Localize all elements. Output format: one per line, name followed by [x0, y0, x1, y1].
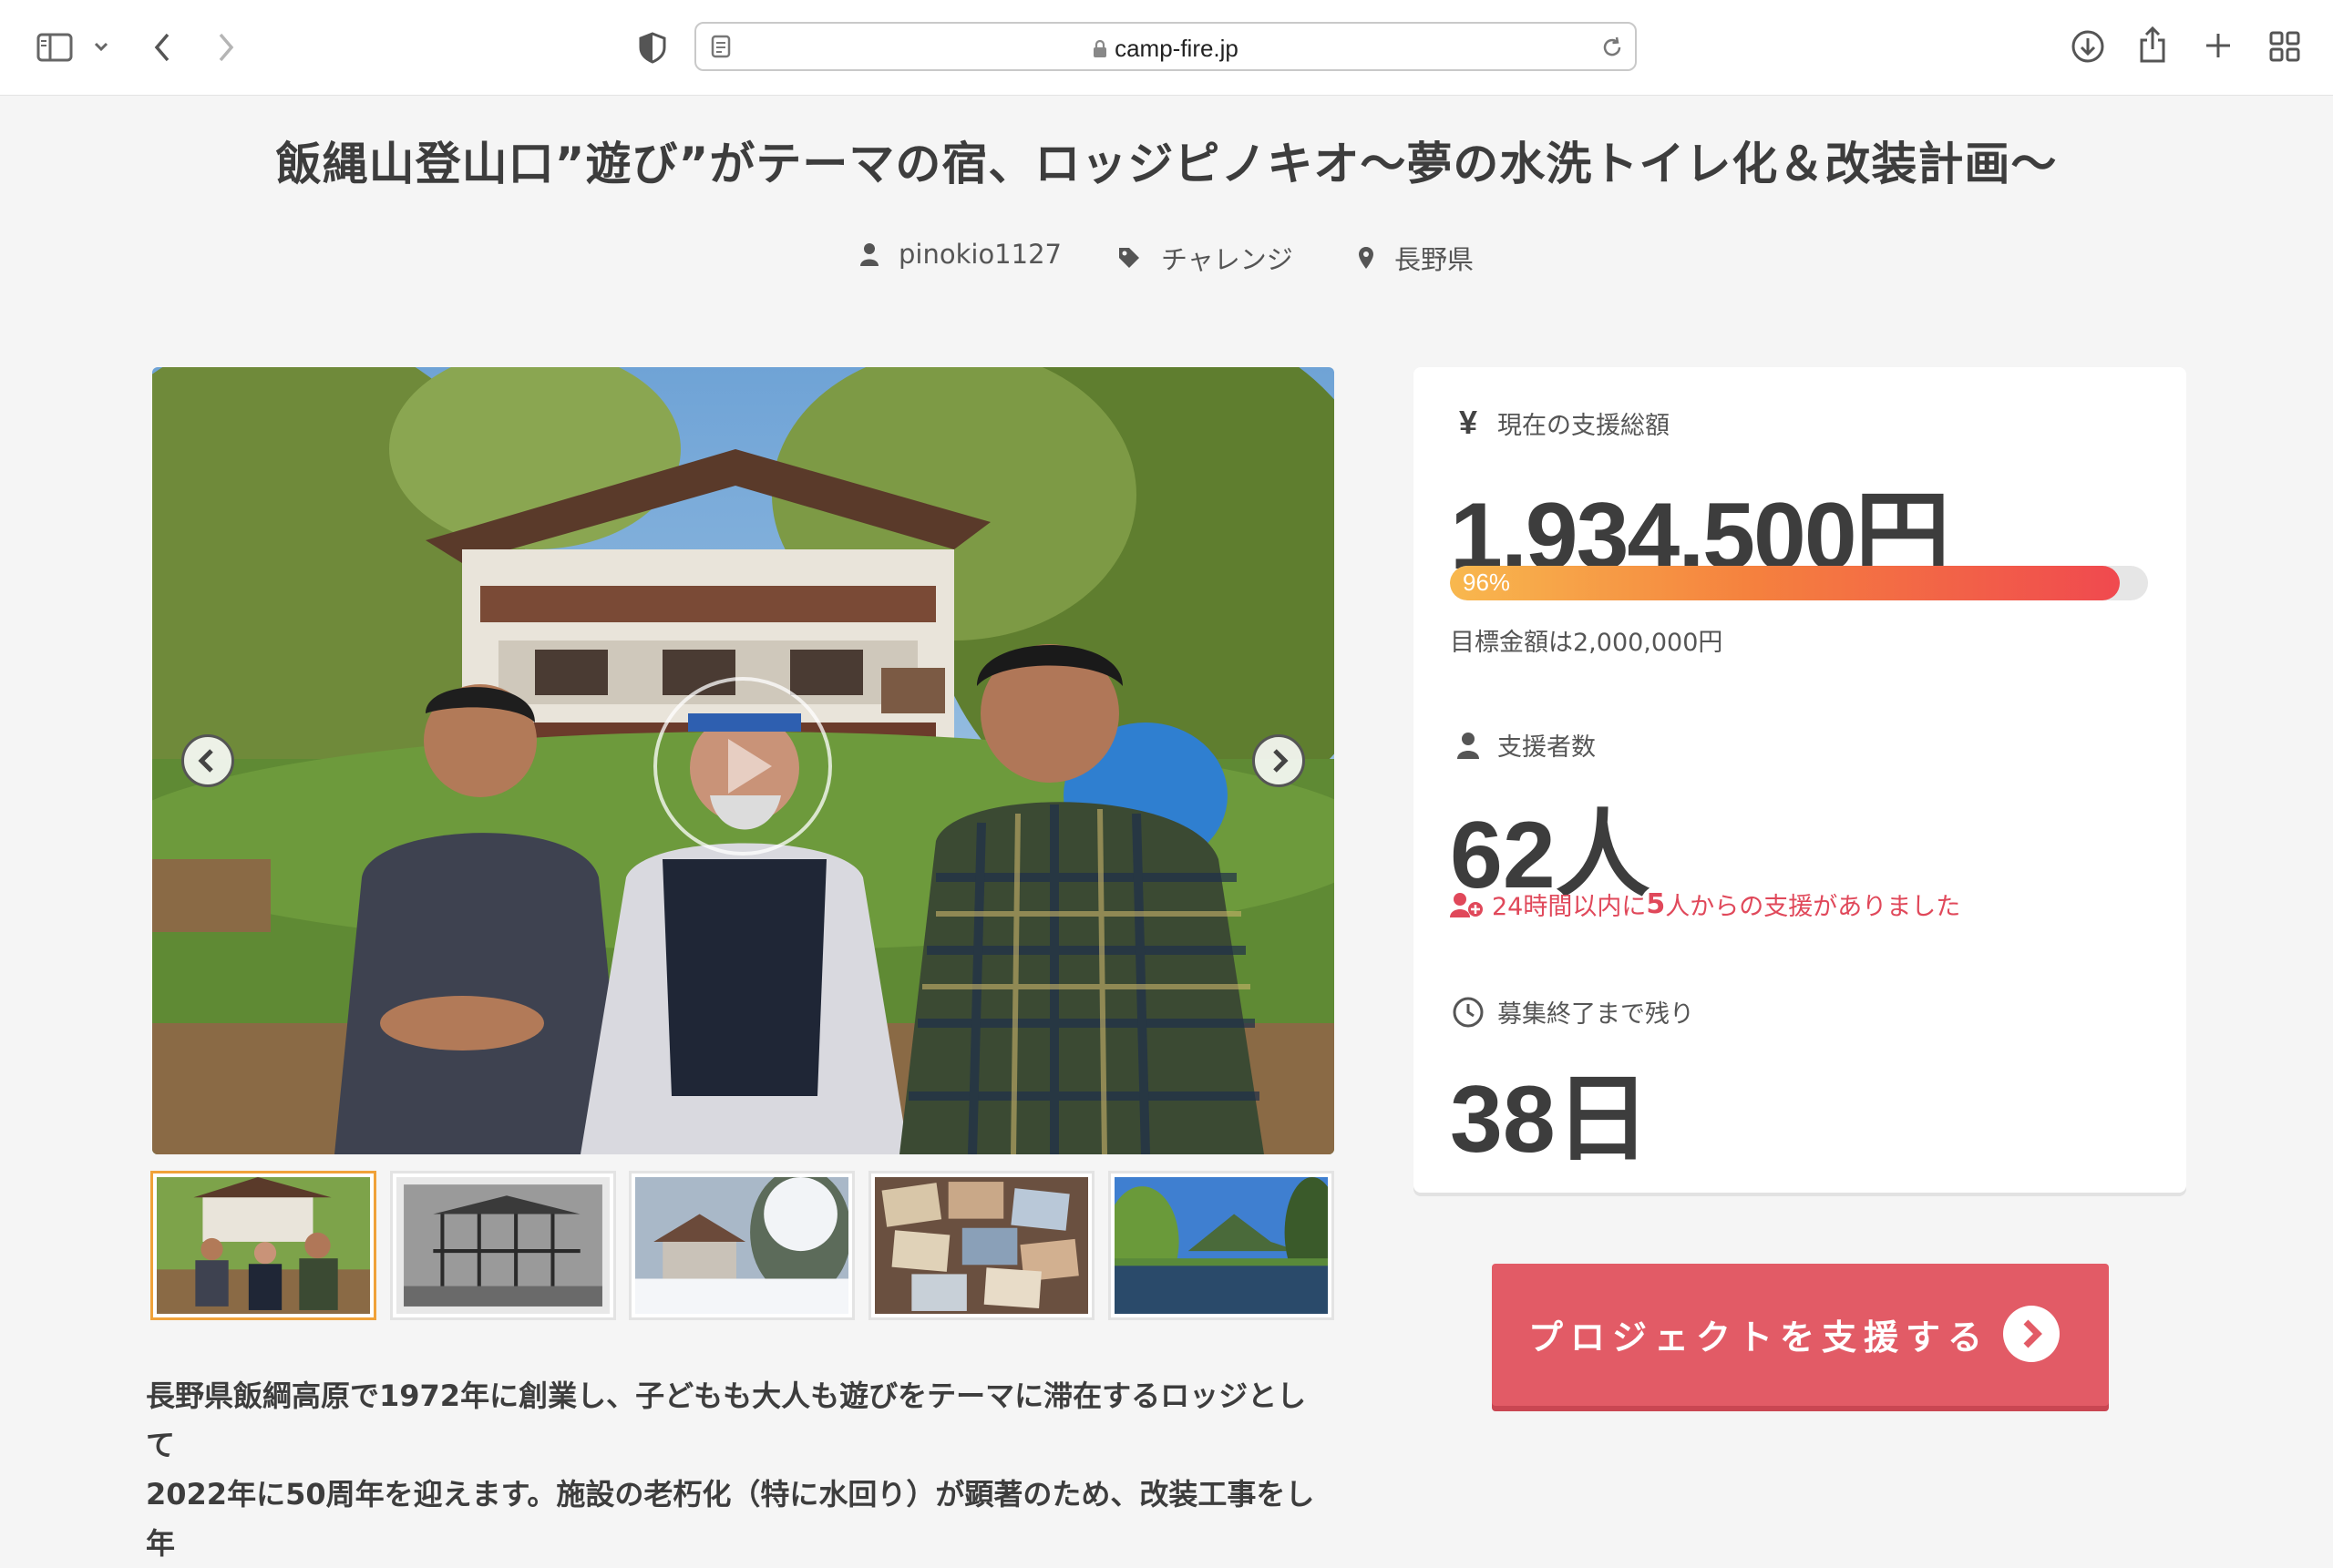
chevron-down-icon[interactable] [93, 40, 109, 53]
users-plus-icon [1450, 892, 1483, 917]
thumbnail-image [157, 1177, 370, 1314]
category-name[interactable]: チャレンジ [1161, 239, 1293, 277]
arrow-right-circle-icon [2003, 1306, 2060, 1362]
thumbnail-2[interactable] [390, 1171, 616, 1320]
map-pin-icon [1359, 247, 1373, 269]
thumbnail-3[interactable] [629, 1171, 855, 1320]
next-image-button[interactable] [1252, 734, 1305, 787]
funding-progress-bar: 96% [1450, 566, 2148, 600]
description-line: 2022年に50周年を迎えます。施設の老朽化（特に水回り）が顕著のため、改装工事… [146, 1477, 1315, 1561]
reload-icon[interactable] [1600, 36, 1624, 59]
amount-label: ¥ 現在の支援総額 [1450, 404, 1670, 442]
location-name[interactable]: 長野県 [1394, 239, 1474, 277]
thumbnail-1[interactable] [150, 1171, 376, 1320]
remaining-days: 38日 [1450, 1067, 1650, 1173]
support-button-label: プロジェクトを支援する [1528, 1317, 1990, 1358]
lock-icon [1094, 39, 1107, 57]
clock-icon [1450, 996, 1486, 1029]
chevron-right-icon [1273, 749, 1289, 773]
supporters-label: 支援者数 [1450, 727, 1596, 763]
project-owner[interactable]: pinokio1127 [860, 239, 1062, 270]
sidebar-icon[interactable] [36, 33, 73, 62]
project-location[interactable]: 長野県 [1358, 239, 1474, 277]
thumbnail-4[interactable] [868, 1171, 1095, 1320]
user-icon [860, 243, 879, 266]
share-icon[interactable] [2138, 26, 2167, 64]
user-icon [1450, 732, 1486, 759]
plus-icon[interactable] [2204, 31, 2233, 60]
project-title: 飯縄山登山口”遊び”がテーマの宿、ロッジピノキオ〜夢の水洗トイレ化＆改装計画〜 [275, 138, 2058, 190]
shield-icon[interactable] [638, 31, 667, 64]
thumbnail-image [1115, 1177, 1328, 1314]
hero-image[interactable] [152, 367, 1334, 1154]
url-display: camp-fire.jp [696, 35, 1635, 63]
goal-amount: 目標金額は2,000,000円 [1450, 629, 1723, 657]
chevron-left-icon [198, 749, 213, 773]
back-icon[interactable] [151, 31, 173, 64]
owner-name[interactable]: pinokio1127 [899, 239, 1062, 270]
progress-fill [1450, 566, 2121, 600]
thumbnail-image [875, 1177, 1088, 1314]
download-icon[interactable] [2071, 29, 2105, 64]
recent-supporters: 24時間以内に 5 人からの支援がありました [1450, 886, 1960, 922]
prev-image-button[interactable] [181, 734, 234, 787]
forward-icon[interactable] [215, 31, 237, 64]
project-description: 長野県飯綱高原で1972年に創業し、子どもも大人も遊びをテーマに滞在するロッジと… [146, 1371, 1331, 1568]
funding-stats-card: ¥ 現在の支援総額 1,934,500円 96% 目標金額は2,000,000円… [1413, 367, 2186, 1193]
description-line: 長野県飯綱高原で1972年に創業し、子どもも大人も遊びをテーマに滞在するロッジと… [146, 1378, 1307, 1462]
thumbnail-5[interactable] [1108, 1171, 1334, 1320]
play-icon[interactable] [653, 677, 832, 856]
progress-percent: 96% [1463, 569, 1511, 596]
address-bar[interactable]: camp-fire.jp [694, 22, 1637, 71]
tabs-grid-icon[interactable] [2269, 31, 2300, 62]
thumbnail-image [635, 1177, 848, 1314]
browser-toolbar: camp-fire.jp [0, 0, 2333, 96]
thumbnail-image [396, 1177, 610, 1314]
project-category[interactable]: チャレンジ [1117, 239, 1293, 277]
support-project-button[interactable]: プロジェクトを支援する [1492, 1264, 2109, 1406]
yen-icon: ¥ [1458, 404, 1478, 441]
remaining-label: 募集終了まで残り [1450, 994, 1694, 1030]
tag-icon [1119, 248, 1139, 268]
recent-count: 5 [1646, 888, 1666, 920]
url-text: camp-fire.jp [1115, 35, 1238, 62]
